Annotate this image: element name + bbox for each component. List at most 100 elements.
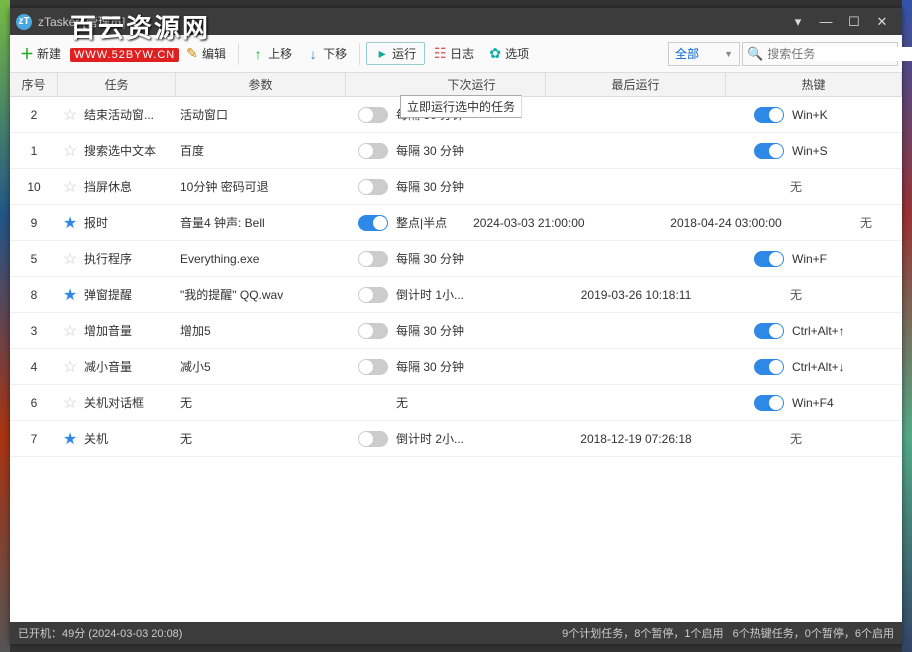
star-icon[interactable]: ☆: [62, 251, 78, 267]
task-name: 弹窗提醒: [84, 286, 132, 303]
hotkey-label: Win+S: [792, 144, 828, 158]
hotkey-label: Ctrl+Alt+↓: [792, 360, 845, 374]
hotkey-toggle[interactable]: [754, 359, 784, 375]
dropdown-icon[interactable]: ▾: [784, 12, 812, 32]
table-row[interactable]: 1☆搜索选中文本百度每隔 30 分钟Win+S: [10, 133, 902, 169]
col-task[interactable]: 任务: [58, 73, 176, 96]
task-name: 报时: [84, 214, 108, 231]
arrow-down-icon: ↓: [306, 47, 320, 61]
filter-dropdown[interactable]: 全部▼: [668, 42, 740, 66]
star-icon[interactable]: ☆: [62, 395, 78, 411]
col-last[interactable]: 最后运行: [546, 73, 726, 96]
move-up-button[interactable]: ↑上移: [245, 42, 298, 65]
play-icon: ▸: [375, 47, 389, 61]
hotkey-label: Win+K: [792, 108, 828, 122]
table-row[interactable]: 4☆减小音量减小5每隔 30 分钟Ctrl+Alt+↓: [10, 349, 902, 385]
enable-toggle[interactable]: [358, 431, 388, 447]
hotkey-toggle[interactable]: [754, 107, 784, 123]
star-icon[interactable]: ☆: [62, 323, 78, 339]
move-down-button[interactable]: ↓下移: [300, 42, 353, 65]
chevron-down-icon: ▼: [724, 49, 733, 59]
task-param: 百度: [176, 142, 346, 159]
next-run: 倒计时 1小...: [396, 286, 464, 303]
log-button[interactable]: ☷日志: [427, 42, 480, 65]
minimize-button[interactable]: —: [812, 12, 840, 32]
search-box[interactable]: 🔍: [742, 42, 898, 66]
status-tasks: 9个计划任务，8个暂停，1个启用: [562, 628, 723, 640]
task-param: 无: [176, 394, 346, 411]
col-hotkey[interactable]: 热键: [726, 73, 902, 96]
enable-toggle[interactable]: [358, 323, 388, 339]
table-row[interactable]: 5☆执行程序Everything.exe每隔 30 分钟Win+F: [10, 241, 902, 277]
hotkey-toggle[interactable]: [754, 323, 784, 339]
enable-toggle[interactable]: [358, 251, 388, 267]
hotkey-label: Ctrl+Alt+↑: [792, 324, 845, 338]
search-icon: 🔍: [747, 46, 763, 62]
star-icon[interactable]: ★: [62, 431, 78, 447]
next-run: 倒计时 2小...: [396, 430, 464, 447]
hotkey-toggle[interactable]: [754, 143, 784, 159]
star-icon[interactable]: ★: [62, 215, 78, 231]
table-row[interactable]: 9★报时音量4 钟声: Bell整点|半点2024-03-03 21:00:00…: [10, 205, 902, 241]
hotkey-label: 无: [824, 214, 872, 231]
run-tooltip: 立即运行选中的任务: [400, 95, 522, 118]
delete-button[interactable]: ✕删除: [69, 42, 122, 65]
task-param: 10分钟 密码可退: [176, 178, 346, 195]
table-row[interactable]: 3☆增加音量增加5每隔 30 分钟Ctrl+Alt+↑: [10, 313, 902, 349]
table-row[interactable]: 7★关机无倒计时 2小...2018-12-19 07:26:18无: [10, 421, 902, 457]
titlebar[interactable]: zT zTasker [管理员] ▾ — ☐ ✕: [10, 8, 902, 35]
status-uptime: 已开机：49分 (2024-03-03 20:08): [18, 625, 182, 641]
star-icon[interactable]: ☆: [62, 359, 78, 375]
hotkey-toggle[interactable]: [754, 251, 784, 267]
star-icon[interactable]: ☆: [62, 107, 78, 123]
new-button[interactable]: ＋新建: [14, 42, 67, 65]
col-index[interactable]: 序号: [10, 73, 58, 96]
table-row[interactable]: 8★弹窗提醒"我的提醒" QQ.wav倒计时 1小...2019-03-26 1…: [10, 277, 902, 313]
plus-icon: ＋: [20, 47, 34, 61]
gear-icon: ✿: [488, 47, 502, 61]
pencil-icon: ✎: [185, 47, 199, 61]
task-name: 关机: [84, 430, 108, 447]
next-run: 每隔 30 分钟: [396, 322, 464, 339]
task-name: 搜索选中文本: [84, 142, 156, 159]
star-icon[interactable]: ☆: [62, 143, 78, 159]
close-button[interactable]: ✕: [868, 12, 896, 32]
enable-toggle[interactable]: [358, 179, 388, 195]
search-input[interactable]: [767, 47, 912, 61]
copy-button[interactable]: ⧉复制: [124, 42, 177, 65]
edit-button[interactable]: ✎编辑: [179, 42, 232, 65]
col-param[interactable]: 参数: [176, 73, 346, 96]
enable-toggle[interactable]: [358, 215, 388, 231]
next-run: 无: [396, 394, 408, 411]
table-body[interactable]: 2☆结束活动窗...活动窗口每隔 30 分钟Win+K1☆搜索选中文本百度每隔 …: [10, 97, 902, 622]
options-button[interactable]: ✿选项: [482, 42, 535, 65]
enable-toggle[interactable]: [358, 107, 388, 123]
enable-toggle[interactable]: [358, 143, 388, 159]
app-icon: zT: [16, 14, 32, 30]
maximize-button[interactable]: ☐: [840, 12, 868, 32]
app-window: zT zTasker [管理员] ▾ — ☐ ✕ 百云资源网 WWW.52BYW…: [10, 8, 902, 644]
enable-toggle[interactable]: [358, 287, 388, 303]
hotkey-label: 无: [754, 430, 802, 447]
col-next[interactable]: 下次运行: [346, 73, 546, 96]
table-row[interactable]: 6☆关机对话框无无Win+F4: [10, 385, 902, 421]
last-run: 2018-04-24 03:00:00: [656, 216, 796, 230]
hotkey-label: 无: [754, 178, 802, 195]
toolbar: ＋新建 ✕删除 ⧉复制 ✎编辑 ↑上移 ↓下移 ▸运行 ☷日志 ✿选项 全部▼ …: [10, 35, 902, 73]
run-button[interactable]: ▸运行: [366, 42, 425, 65]
task-param: 减小5: [176, 358, 346, 375]
task-name: 减小音量: [84, 358, 132, 375]
enable-toggle[interactable]: [358, 359, 388, 375]
x-icon: ✕: [75, 47, 89, 61]
task-name: 执行程序: [84, 250, 132, 267]
hotkey-label: Win+F4: [792, 396, 834, 410]
last-run: 2018-12-19 07:26:18: [546, 432, 726, 446]
task-name: 关机对话框: [84, 394, 144, 411]
hotkey-toggle[interactable]: [754, 395, 784, 411]
statusbar: 已开机：49分 (2024-03-03 20:08) 9个计划任务，8个暂停，1…: [10, 622, 902, 644]
star-icon[interactable]: ★: [62, 287, 78, 303]
star-icon[interactable]: ☆: [62, 179, 78, 195]
table-header: 序号 任务 参数 下次运行 最后运行 热键 立即运行选中的任务: [10, 73, 902, 97]
table-row[interactable]: 10☆挡屏休息10分钟 密码可退每隔 30 分钟无: [10, 169, 902, 205]
status-hotkeys: 6个热键任务，0个暂停，6个启用: [733, 628, 894, 640]
